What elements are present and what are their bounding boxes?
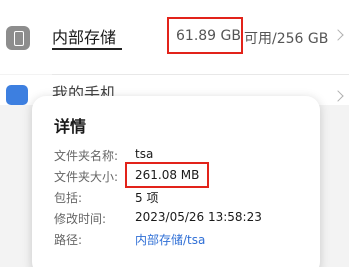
folder-size-label: 文件夹大小: [54, 170, 119, 184]
includes-value: 5 项 [135, 191, 159, 205]
internal-storage-row[interactable]: 内部存储 61.89 GB 可用/256 GB [0, 0, 349, 74]
screen: 内部存储 61.89 GB 可用/256 GB 我的手机 详情 文件夹名称: t… [0, 0, 349, 267]
storage-title: 内部存储 [52, 28, 117, 47]
chevron-right-icon [332, 29, 344, 41]
path-link[interactable]: 内部存储/tsa [135, 231, 205, 248]
folder-name-label: 文件夹名称: [54, 149, 119, 163]
modified-time-label: 修改时间: [54, 212, 107, 226]
storage-title-underline [52, 48, 122, 50]
dialog-title: 详情 [54, 117, 87, 136]
folder-size-value: 261.08 MB [135, 168, 200, 182]
phone-icon [6, 26, 30, 50]
modified-time-value: 2023/05/26 13:58:23 [135, 210, 262, 224]
storage-used: 61.89 GB [176, 28, 241, 44]
details-dialog: 详情 文件夹名称: tsa 文件夹大小: 261.08 MB 包括: 5 项 修… [32, 96, 320, 267]
path-label: 路径: [54, 233, 83, 247]
storage-available: 可用/256 GB [244, 31, 329, 47]
folder-icon [6, 85, 28, 105]
folder-name-value: tsa [135, 147, 154, 161]
includes-label: 包括: [54, 191, 83, 205]
